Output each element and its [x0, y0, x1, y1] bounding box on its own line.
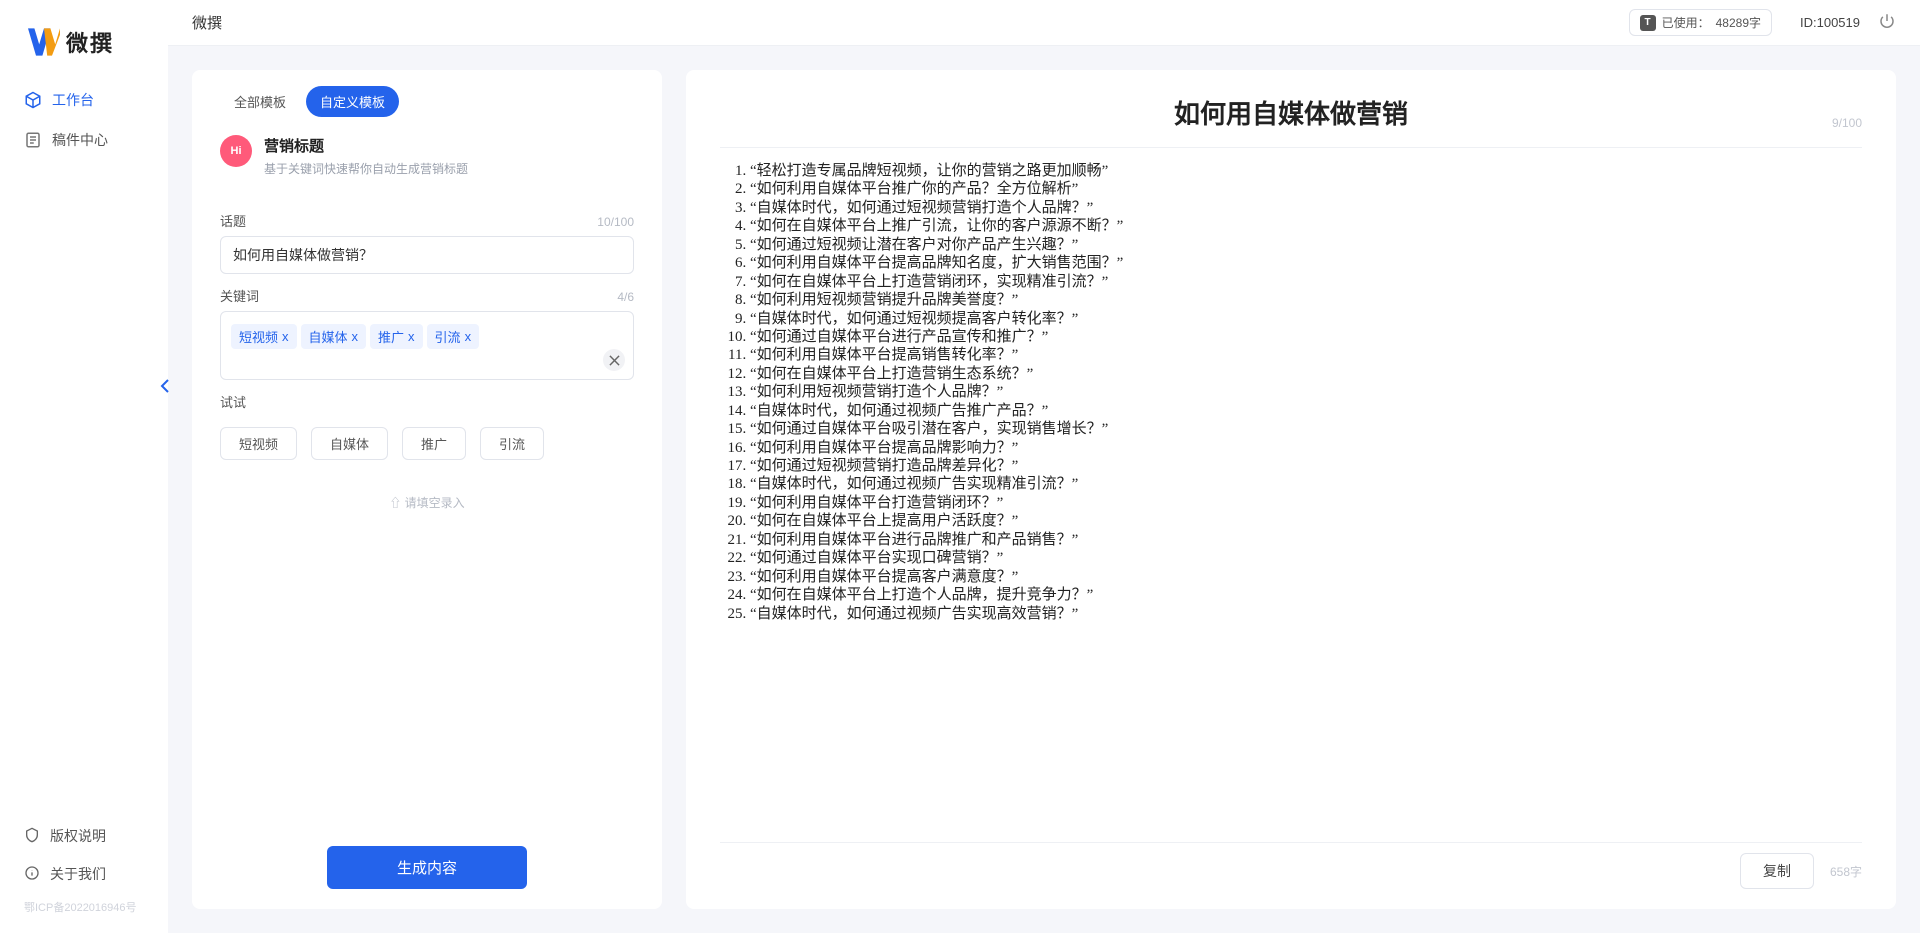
footer-label: 关于我们 [50, 864, 106, 884]
sidebar-footer: 版权说明 关于我们 鄂ICP备2022016946号 [0, 817, 168, 933]
generate-button[interactable]: 生成内容 [327, 846, 527, 889]
shield-icon [24, 827, 40, 846]
user-id: ID:100519 [1800, 15, 1860, 30]
tab-custom-template[interactable]: 自定义模板 [306, 86, 399, 117]
output-footer: 复制 658字 [720, 842, 1862, 889]
output-item: “如何利用自媒体平台提高品牌知名度，扩大销售范围？” [750, 254, 1862, 272]
usage-label: 已使用： [1662, 14, 1710, 31]
output-item: “如何通过自媒体平台进行产品宣传和推广？” [750, 328, 1862, 346]
try-label: 试试 [220, 392, 246, 411]
output-item: “如何在自媒体平台上推广引流，让你的客户源源不断？” [750, 217, 1862, 235]
keywords-input[interactable]: 短视频 x自媒体 x推广 x引流 x [220, 311, 634, 380]
footer-about[interactable]: 关于我们 [0, 855, 168, 893]
keywords-count: 4/6 [617, 290, 634, 304]
keyword-tag[interactable]: 引流 x [427, 324, 480, 349]
output-item: “自媒体时代，如何通过视频广告实现精准引流？” [750, 475, 1862, 493]
output-item: “自媒体时代，如何通过视频广告实现高效营销？” [750, 605, 1862, 623]
output-item: “如何利用自媒体平台提高客户满意度？” [750, 568, 1862, 586]
output-item: “如何通过自媒体平台实现口碑营销？” [750, 549, 1862, 567]
logo-icon [28, 28, 60, 56]
document-icon [24, 131, 42, 149]
icp-text: 鄂ICP备2022016946号 [0, 893, 168, 921]
keyword-tag[interactable]: 推广 x [370, 324, 423, 349]
sidebar: 微撰 工作台 稿件中心 版权说明 [0, 0, 168, 933]
output-item: “轻松打造专属品牌短视频，让你的营销之路更加顺畅” [750, 162, 1862, 180]
divider [720, 147, 1862, 148]
output-item: “如何利用自媒体平台进行品牌推广和产品销售？” [750, 531, 1862, 549]
output-item: “自媒体时代，如何通过短视频提高客户转化率？” [750, 310, 1862, 328]
text-icon: T [1640, 15, 1656, 31]
sidebar-collapse-handle[interactable] [158, 375, 172, 397]
char-count: 658字 [1830, 863, 1862, 880]
nav-drafts[interactable]: 稿件中心 [0, 120, 168, 160]
output-item: “如何在自媒体平台上打造营销闭环，实现精准引流？” [750, 273, 1862, 291]
output-panel: 如何用自媒体做营销 9/100 “轻松打造专属品牌短视频，让你的营销之路更加顺畅… [686, 70, 1896, 909]
suggestion-button[interactable]: 推广 [402, 427, 466, 460]
output-item: “如何在自媒体平台上提高用户活跃度？” [750, 512, 1862, 530]
copy-button[interactable]: 复制 [1740, 853, 1814, 889]
usage-value: 48289字 [1716, 14, 1761, 31]
brand-name: 微撰 [66, 26, 114, 58]
topbar: 微撰 T 已使用： 48289字 ID:100519 [168, 0, 1920, 46]
output-item: “如何在自媒体平台上打造营销生态系统？” [750, 365, 1862, 383]
output-item: “如何利用自媒体平台提高销售转化率？” [750, 346, 1862, 364]
output-list: “轻松打造专属品牌短视频，让你的营销之路更加顺畅”“如何利用自媒体平台推广你的产… [720, 158, 1862, 623]
output-item: “如何通过短视频让潜在客户对你产品产生兴趣？” [750, 236, 1862, 254]
output-count: 9/100 [1832, 116, 1862, 130]
output-item: “如何利用自媒体平台打造营销闭环？” [750, 494, 1862, 512]
template-name: 营销标题 [264, 135, 468, 156]
footer-copyright[interactable]: 版权说明 [0, 817, 168, 855]
output-item: “如何利用自媒体平台提高品牌影响力？” [750, 439, 1862, 457]
topic-count: 10/100 [597, 215, 634, 229]
output-item: “如何通过自媒体平台吸引潜在客户，实现销售增长？” [750, 420, 1862, 438]
template-desc: 基于关键词快速帮你自动生成营销标题 [264, 160, 468, 177]
output-item: “如何在自媒体平台上打造个人品牌，提升竞争力？” [750, 586, 1862, 604]
output-item: “自媒体时代，如何通过视频广告推广产品？” [750, 402, 1862, 420]
suggestion-button[interactable]: 短视频 [220, 427, 297, 460]
chevron-left-icon [160, 379, 170, 393]
info-icon [24, 865, 40, 884]
keywords-label: 关键词 [220, 286, 259, 305]
topic-label: 话题 [220, 211, 246, 230]
nav-workbench[interactable]: 工作台 [0, 80, 168, 120]
keyword-tag[interactable]: 短视频 x [231, 324, 297, 349]
brand-logo: 微撰 [0, 18, 168, 80]
nav-label: 稿件中心 [52, 130, 108, 150]
output-item: “如何通过短视频营销打造品牌差异化？” [750, 457, 1862, 475]
fill-hint: ⇧ 请填空录入 [220, 494, 634, 511]
output-item: “如何利用短视频营销打造个人品牌？” [750, 383, 1862, 401]
template-icon: Hi [220, 135, 252, 167]
input-panel: 全部模板 自定义模板 Hi 营销标题 基于关键词快速帮你自动生成营销标题 话题 … [192, 70, 662, 909]
output-item: “如何利用自媒体平台推广你的产品？全方位解析” [750, 180, 1862, 198]
footer-label: 版权说明 [50, 826, 106, 846]
template-tabs: 全部模板 自定义模板 [220, 86, 634, 117]
power-icon[interactable] [1878, 12, 1896, 33]
template-header: Hi 营销标题 基于关键词快速帮你自动生成营销标题 [220, 135, 634, 177]
suggestion-row: 短视频自媒体推广引流 [220, 427, 634, 460]
nav-label: 工作台 [52, 90, 94, 110]
main-nav: 工作台 稿件中心 [0, 80, 168, 817]
output-title: 如何用自媒体做营销 [720, 94, 1862, 131]
suggestion-button[interactable]: 引流 [480, 427, 544, 460]
suggestion-button[interactable]: 自媒体 [311, 427, 388, 460]
clear-keywords-button[interactable] [603, 349, 625, 371]
tab-all-templates[interactable]: 全部模板 [220, 86, 300, 117]
output-item: “如何利用短视频营销提升品牌美誉度？” [750, 291, 1862, 309]
keyword-tag[interactable]: 自媒体 x [301, 324, 367, 349]
usage-chip[interactable]: T 已使用： 48289字 [1629, 9, 1772, 36]
topic-input[interactable] [220, 236, 634, 274]
close-icon [609, 355, 620, 366]
output-item: “自媒体时代，如何通过短视频营销打造个人品牌？” [750, 199, 1862, 217]
page-title: 微撰 [192, 12, 222, 33]
cube-icon [24, 91, 42, 109]
